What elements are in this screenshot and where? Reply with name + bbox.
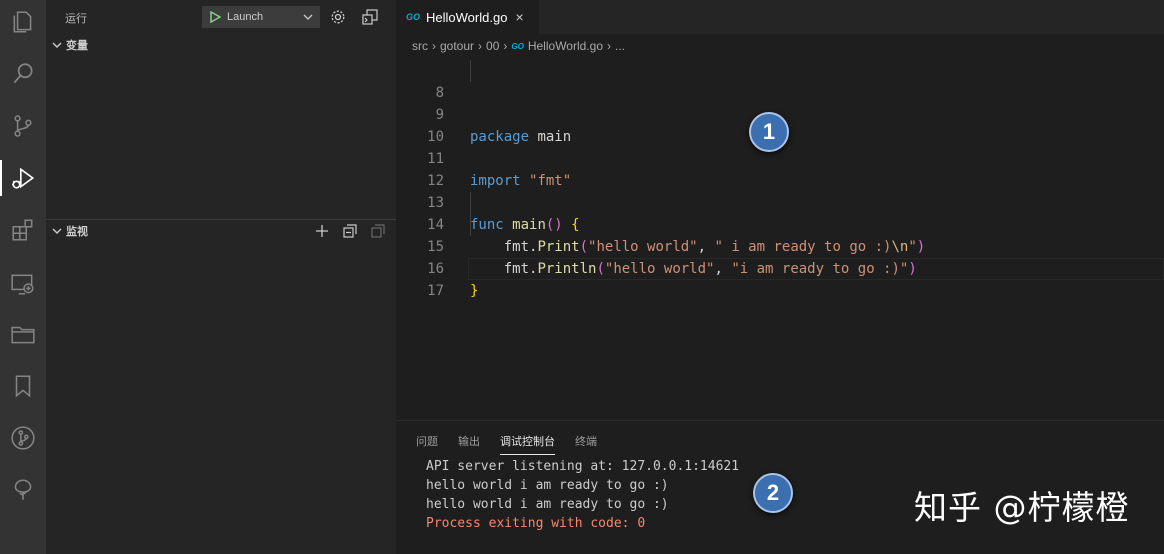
code-line: 17 — [396, 258, 1164, 299]
remove-all-expressions-icon[interactable] — [368, 223, 388, 239]
watch-actions — [312, 223, 388, 239]
watermark: 知乎 @柠檬橙 — [914, 488, 1130, 527]
code-editor[interactable]: 8 9 package main 10 11 import "fmt" 12 1… — [396, 60, 1164, 420]
annotation-marker-2: 2 — [753, 473, 793, 513]
search-icon[interactable] — [0, 52, 46, 96]
extensions-icon[interactable] — [0, 208, 46, 252]
close-icon[interactable]: × — [515, 9, 523, 25]
watch-section-header[interactable]: 监视 — [46, 220, 396, 242]
console-line-exit: Process exiting with code: 0 — [426, 516, 646, 531]
code-line: 15 fmt.Println("hello world", "i am read… — [396, 214, 1164, 277]
folder-icon[interactable] — [0, 312, 46, 356]
chevron-down-icon — [297, 11, 319, 23]
chevron-down-icon — [48, 225, 66, 237]
watch-section-label: 监视 — [66, 226, 88, 238]
code-line: 13 func main() { — [396, 170, 1164, 233]
chevron-right-icon: › — [607, 39, 611, 53]
tab-problems[interactable]: 问题 — [416, 433, 438, 455]
sidebar-title: 运行 — [65, 13, 87, 25]
breadcrumb-item[interactable]: HelloWorld.go — [528, 39, 603, 53]
bookmark-icon[interactable] — [0, 364, 46, 408]
go-file-icon: GO — [406, 12, 421, 22]
breadcrumb-item[interactable]: gotour — [440, 39, 474, 53]
start-debugging-icon[interactable] — [203, 7, 227, 27]
code-line: 8 — [396, 60, 1164, 101]
editor-tab-bar: GO HelloWorld.go × — [396, 0, 1164, 34]
bottom-panel: 问题 输出 调试控制台 终端 API server listening at: … — [396, 420, 1164, 554]
variables-section-header[interactable]: 变量 — [46, 34, 396, 56]
run-debug-sidebar: 运行 Launch 变量 监视 — [46, 0, 396, 554]
editor-group: GO HelloWorld.go × src › gotour › 00 › G… — [396, 0, 1164, 420]
code-line: 12 — [396, 148, 1164, 189]
breadcrumb-item[interactable]: src — [412, 39, 428, 53]
breadcrumb-item[interactable]: ... — [615, 39, 625, 53]
tree-icon[interactable] — [0, 468, 46, 512]
line-number: 17 — [427, 283, 444, 299]
variables-section-label: 变量 — [66, 40, 88, 52]
chevron-right-icon: › — [478, 39, 483, 53]
breadcrumb-item[interactable]: 00 — [486, 39, 499, 53]
launch-config-label: Launch — [227, 11, 264, 23]
go-file-icon: GO — [511, 41, 524, 51]
source-control-icon[interactable] — [0, 104, 46, 148]
sidebar-header: 运行 Launch — [46, 0, 396, 34]
tab-label: HelloWorld.go — [426, 9, 508, 25]
tab-debug-console[interactable]: 调试控制台 — [500, 433, 555, 455]
chevron-right-icon: › — [432, 39, 436, 53]
code-line: 14 fmt.Print("hello world", " i am ready… — [396, 192, 1164, 255]
panel-tab-bar: 问题 输出 调试控制台 终端 — [416, 433, 597, 455]
collapse-all-icon[interactable] — [340, 223, 360, 239]
remote-explorer-icon[interactable] — [0, 262, 46, 306]
chevron-right-icon: › — [503, 39, 508, 53]
gear-icon[interactable] — [328, 7, 348, 27]
git-graph-icon[interactable] — [0, 416, 46, 460]
console-line: API server listening at: 127.0.0.1:14621 — [426, 459, 740, 474]
console-line: hello world i am ready to go :) — [426, 478, 669, 493]
tab-terminal[interactable]: 终端 — [575, 433, 597, 455]
launch-config-select[interactable]: Launch — [202, 6, 320, 28]
tab-helloworld-go[interactable]: GO HelloWorld.go × — [396, 0, 539, 34]
chevron-down-icon — [48, 39, 66, 51]
tab-output[interactable]: 输出 — [458, 433, 480, 455]
run-debug-icon[interactable] — [0, 156, 46, 200]
activity-bar — [0, 0, 46, 554]
console-line: hello world i am ready to go :) — [426, 497, 669, 512]
add-expression-icon[interactable] — [312, 223, 332, 239]
annotation-marker-1: 1 — [749, 112, 789, 152]
debug-console-icon[interactable] — [360, 7, 380, 27]
code-line: 9 package main — [396, 82, 1164, 145]
code-line: 16 } — [396, 236, 1164, 299]
explorer-icon[interactable] — [0, 0, 46, 44]
breadcrumb: src › gotour › 00 › GO HelloWorld.go › .… — [412, 38, 625, 54]
brace: } — [470, 283, 479, 299]
